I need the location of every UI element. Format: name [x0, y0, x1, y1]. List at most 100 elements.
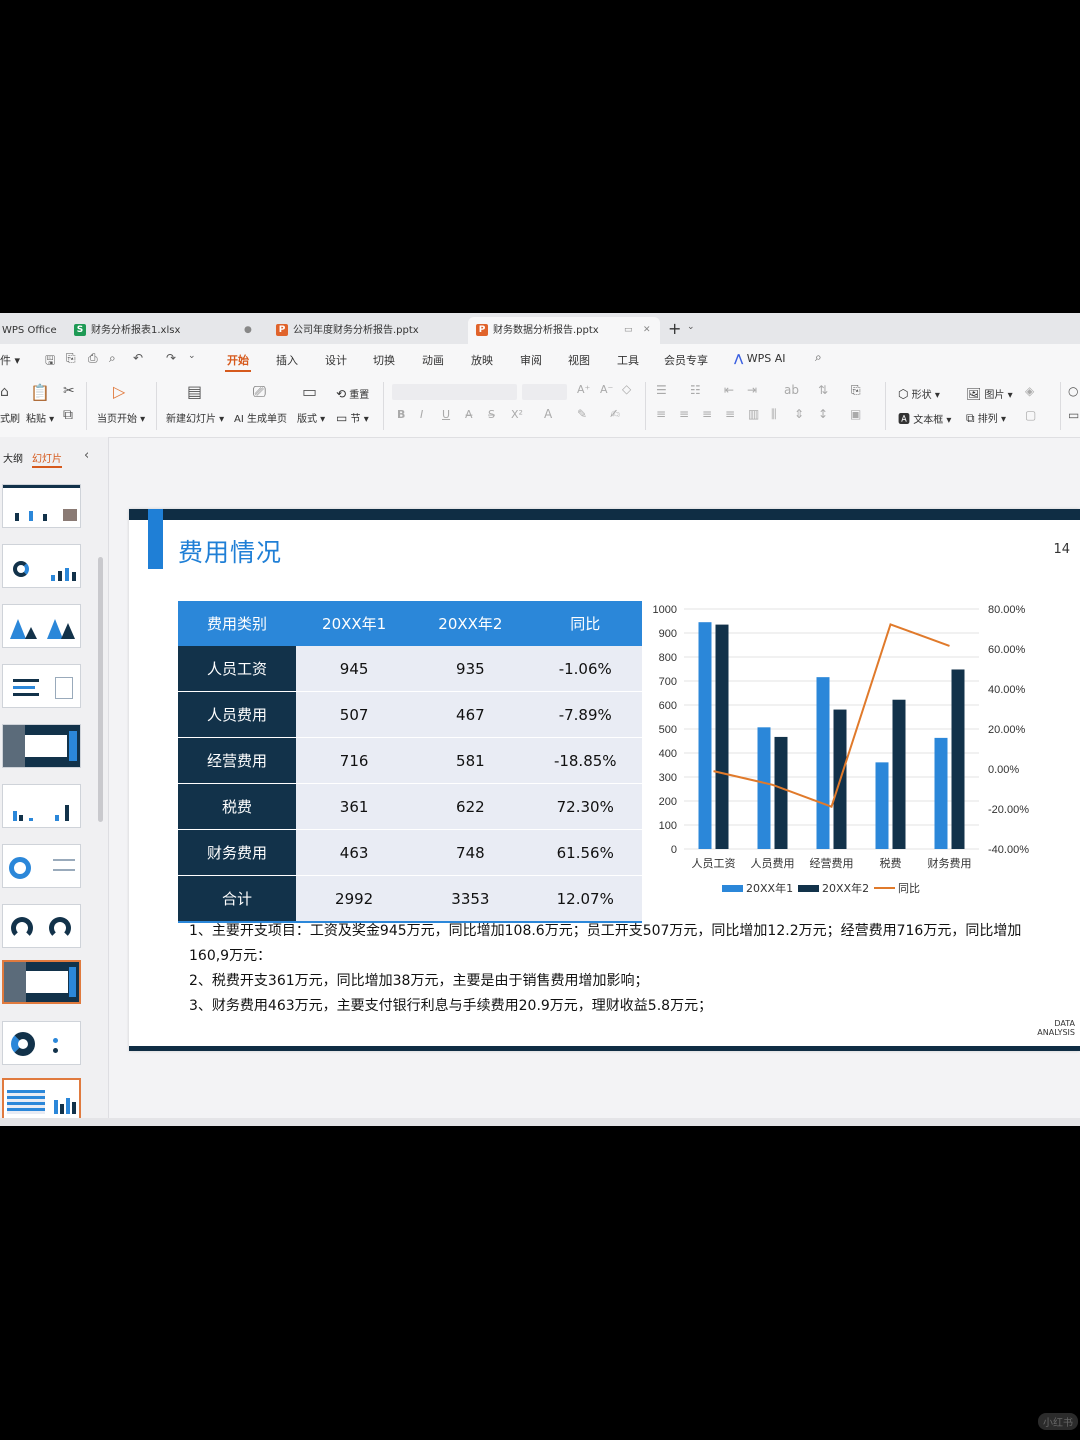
tab-pptx-active[interactable]: P 财务数据分析报告.pptx ▭ ✕: [468, 317, 660, 344]
menu-view[interactable]: 视图: [568, 352, 590, 368]
tab-slides[interactable]: 幻灯片: [32, 450, 62, 468]
chevron-down-icon[interactable]: ⌄: [687, 322, 695, 332]
shape-button[interactable]: ⬡ 形状 ▾: [898, 386, 940, 401]
ai-page-icon[interactable]: ⎚: [253, 382, 266, 402]
redo-icon[interactable]: ↷: [166, 351, 176, 365]
increase-font-icon[interactable]: A⁺: [577, 383, 590, 396]
slide-thumbnail[interactable]: [2, 1078, 81, 1122]
align-left-icon[interactable]: ≡: [656, 407, 666, 421]
menu-transition[interactable]: 切换: [373, 352, 395, 368]
layout-icon[interactable]: ▭: [302, 382, 317, 401]
save-icon[interactable]: 🖫: [45, 351, 55, 372]
menu-design[interactable]: 设计: [325, 352, 347, 368]
play-icon[interactable]: ▷: [113, 382, 125, 401]
slide-thumbnail[interactable]: [2, 784, 81, 828]
bullets-icon[interactable]: ☰: [656, 383, 667, 397]
slide-thumbnail-selected[interactable]: [2, 960, 81, 1004]
menu-animation[interactable]: 动画: [422, 352, 444, 368]
bold-icon[interactable]: B: [397, 408, 405, 421]
scrollbar[interactable]: [98, 557, 103, 822]
slide-thumbnail[interactable]: [2, 604, 81, 648]
justify-icon[interactable]: ≡: [725, 407, 735, 421]
new-tab-icon[interactable]: +: [668, 319, 681, 338]
slide-thumbnail[interactable]: [2, 844, 81, 888]
slide-thumbnail[interactable]: [2, 544, 81, 588]
play-from-current-button[interactable]: 当页开始 ▾: [97, 410, 145, 425]
convert-icon[interactable]: ⎘: [851, 383, 861, 398]
slide-canvas[interactable]: 费用情况 14 费用类别 20XX年1 20XX年2 同比 人员工资 945 9…: [129, 509, 1080, 1051]
paste-icon[interactable]: 📋: [30, 383, 50, 402]
close-icon[interactable]: ✕: [643, 317, 651, 344]
print-icon[interactable]: ⎙: [88, 351, 98, 366]
menu-insert[interactable]: 插入: [276, 352, 298, 368]
slide-thumbnail[interactable]: [2, 484, 81, 528]
tab-wps-office[interactable]: WPS Office: [0, 317, 60, 344]
superscript-icon[interactable]: X²: [511, 408, 523, 421]
align-right-icon[interactable]: ≡: [702, 407, 712, 421]
slide-thumbnail[interactable]: [2, 724, 81, 768]
menu-home[interactable]: 开始: [225, 352, 251, 372]
section-button[interactable]: ▭ 节 ▾: [336, 410, 369, 425]
paste-button[interactable]: 粘贴 ▾: [26, 410, 54, 425]
text-direction-icon[interactable]: ab: [784, 383, 799, 397]
format-painter-icon[interactable]: ⌂: [0, 384, 9, 400]
fill-icon[interactable]: ◈: [1025, 384, 1034, 398]
preview-icon[interactable]: ⌕: [109, 351, 116, 366]
tab-xlsx[interactable]: S 财务分析报表1.xlsx ●: [66, 317, 262, 344]
copy-icon[interactable]: ⧉: [63, 407, 73, 423]
columns-icon[interactable]: ⫼: [771, 407, 777, 422]
numbering-icon[interactable]: ☷: [690, 383, 701, 397]
strikethrough-icon[interactable]: S̶: [488, 408, 495, 421]
line-spacing-icon[interactable]: ⇕: [794, 407, 804, 421]
cut-icon[interactable]: ✂: [63, 383, 75, 399]
notes-text[interactable]: 1、主要开支项目：工资及奖金945万元，同比增加108.6万元；员工开支507万…: [189, 919, 1049, 1019]
menu-wps-ai[interactable]: ⋀ WPS AI: [734, 352, 786, 365]
new-slide-icon[interactable]: ▤: [187, 382, 202, 401]
export-icon[interactable]: ⎘: [66, 351, 76, 366]
decrease-indent-icon[interactable]: ⇤: [724, 383, 734, 397]
new-slide-button[interactable]: 新建幻灯片 ▾: [166, 410, 224, 425]
reset-button[interactable]: ⟲ 重置: [336, 386, 369, 401]
tab-outline[interactable]: 大纲: [3, 450, 23, 465]
slide-thumbnail[interactable]: [2, 904, 81, 948]
slide-title[interactable]: 费用情况: [178, 533, 282, 569]
menu-review[interactable]: 审阅: [520, 352, 542, 368]
undo-icon[interactable]: ↶: [133, 351, 143, 365]
ai-generate-page-button[interactable]: AI 生成单页: [234, 410, 287, 425]
strike-icon[interactable]: A̶: [465, 408, 473, 421]
increase-indent-icon[interactable]: ⇥: [747, 383, 757, 397]
tab-pptx-annual[interactable]: P 公司年度财务分析报告.pptx: [268, 317, 464, 344]
combo-chart[interactable]: 0 100 200 300 400 500 600 700 800 900 1000 -40.00% -…: [634, 597, 1074, 911]
picture-button[interactable]: 🖼 图片 ▾: [966, 386, 1013, 401]
find-icon[interactable]: ○: [1068, 384, 1078, 398]
collapse-panel-icon[interactable]: ‹: [84, 448, 89, 463]
slide-thumbnail[interactable]: [2, 664, 81, 708]
replace-icon[interactable]: ▭: [1068, 408, 1079, 422]
menu-file[interactable]: 件 ▾: [0, 352, 20, 368]
font-family-select[interactable]: [392, 384, 517, 400]
font-color-icon[interactable]: A: [544, 407, 552, 421]
highlight-icon[interactable]: ✎: [577, 407, 587, 421]
decrease-font-icon[interactable]: A⁻: [600, 383, 613, 396]
slide-thumbnail[interactable]: [2, 1021, 81, 1065]
sort-icon[interactable]: ⇅: [818, 383, 828, 397]
menu-tools[interactable]: 工具: [617, 352, 639, 368]
search-icon[interactable]: ⌕: [815, 350, 822, 365]
align-center-icon[interactable]: ≡: [679, 407, 689, 421]
distribute-icon[interactable]: ▥: [748, 407, 759, 421]
clear-format-icon[interactable]: ◇: [622, 382, 631, 396]
menu-member[interactable]: 会员专享: [664, 352, 708, 368]
arrange-button[interactable]: ⧉ 排列 ▾: [966, 410, 1006, 426]
italic-icon[interactable]: I: [420, 408, 423, 421]
layout-button[interactable]: 版式 ▾: [297, 410, 325, 425]
text-align-icon[interactable]: ▣: [850, 407, 861, 421]
menu-slideshow[interactable]: 放映: [471, 352, 493, 368]
phonetic-icon[interactable]: ✍: [610, 407, 620, 421]
outline-icon[interactable]: ▢: [1025, 408, 1036, 422]
paragraph-spacing-icon[interactable]: ↕: [818, 407, 828, 421]
underline-icon[interactable]: U: [442, 408, 450, 421]
chevron-down-icon[interactable]: ⌄: [188, 351, 196, 361]
font-size-select[interactable]: [522, 384, 567, 400]
format-painter-label[interactable]: 式刷: [0, 410, 20, 425]
cost-table[interactable]: 费用类别 20XX年1 20XX年2 同比 人员工资 945 935 -1.06…: [178, 601, 642, 923]
